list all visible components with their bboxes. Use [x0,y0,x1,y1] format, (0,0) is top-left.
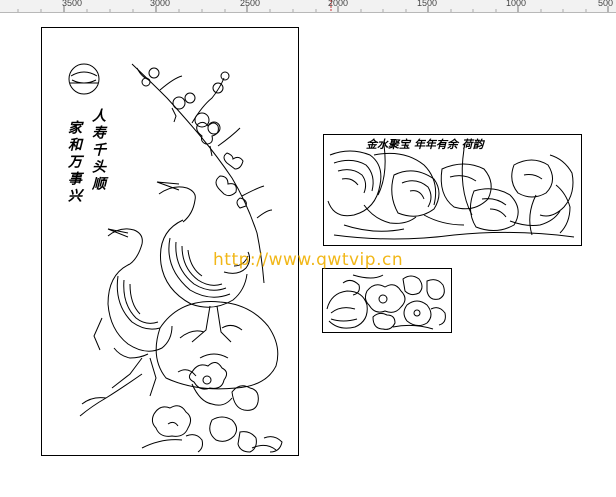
ruler-label-3500: 3500 [62,0,83,8]
ruler-label-3000: 3000 [150,0,171,8]
crane-carving-panel[interactable]: 人寿千头顺 家和万事兴 [41,27,299,456]
lotus-inscription: 金水聚宝 年年有余 荷韵 [366,138,484,151]
crane-carving-artwork [68,63,283,453]
ruler-label-1000: 1000 [506,0,527,8]
peony-flowers [151,362,283,453]
lotus-carving-panel[interactable]: 金水聚宝 年年有余 荷韵 [323,134,582,246]
horizontal-ruler[interactable]: 3500 3000 2500 2000 1500 1000 500 [0,0,616,13]
crane-figure [93,181,251,397]
flower-carving-artwork [326,274,446,330]
ruler-label-1500: 1500 [417,0,438,8]
inscription-column-2: 家和万事兴 [66,120,82,205]
watermark-text: http://www.qwtvip.cn [213,250,404,270]
ruler-label-2500: 2500 [240,0,261,8]
inscription-column-1: 人寿千头顺 [90,108,106,193]
ruler-label-2000: 2000 [328,0,349,8]
flower-carving-panel[interactable] [322,268,452,333]
seal-icon [68,63,100,95]
drawing-canvas[interactable]: 人寿千头顺 家和万事兴 金水聚宝 年年有余 荷韵 http://www.qwtv… [0,13,616,497]
ruler-label-500: 500 [598,0,614,8]
